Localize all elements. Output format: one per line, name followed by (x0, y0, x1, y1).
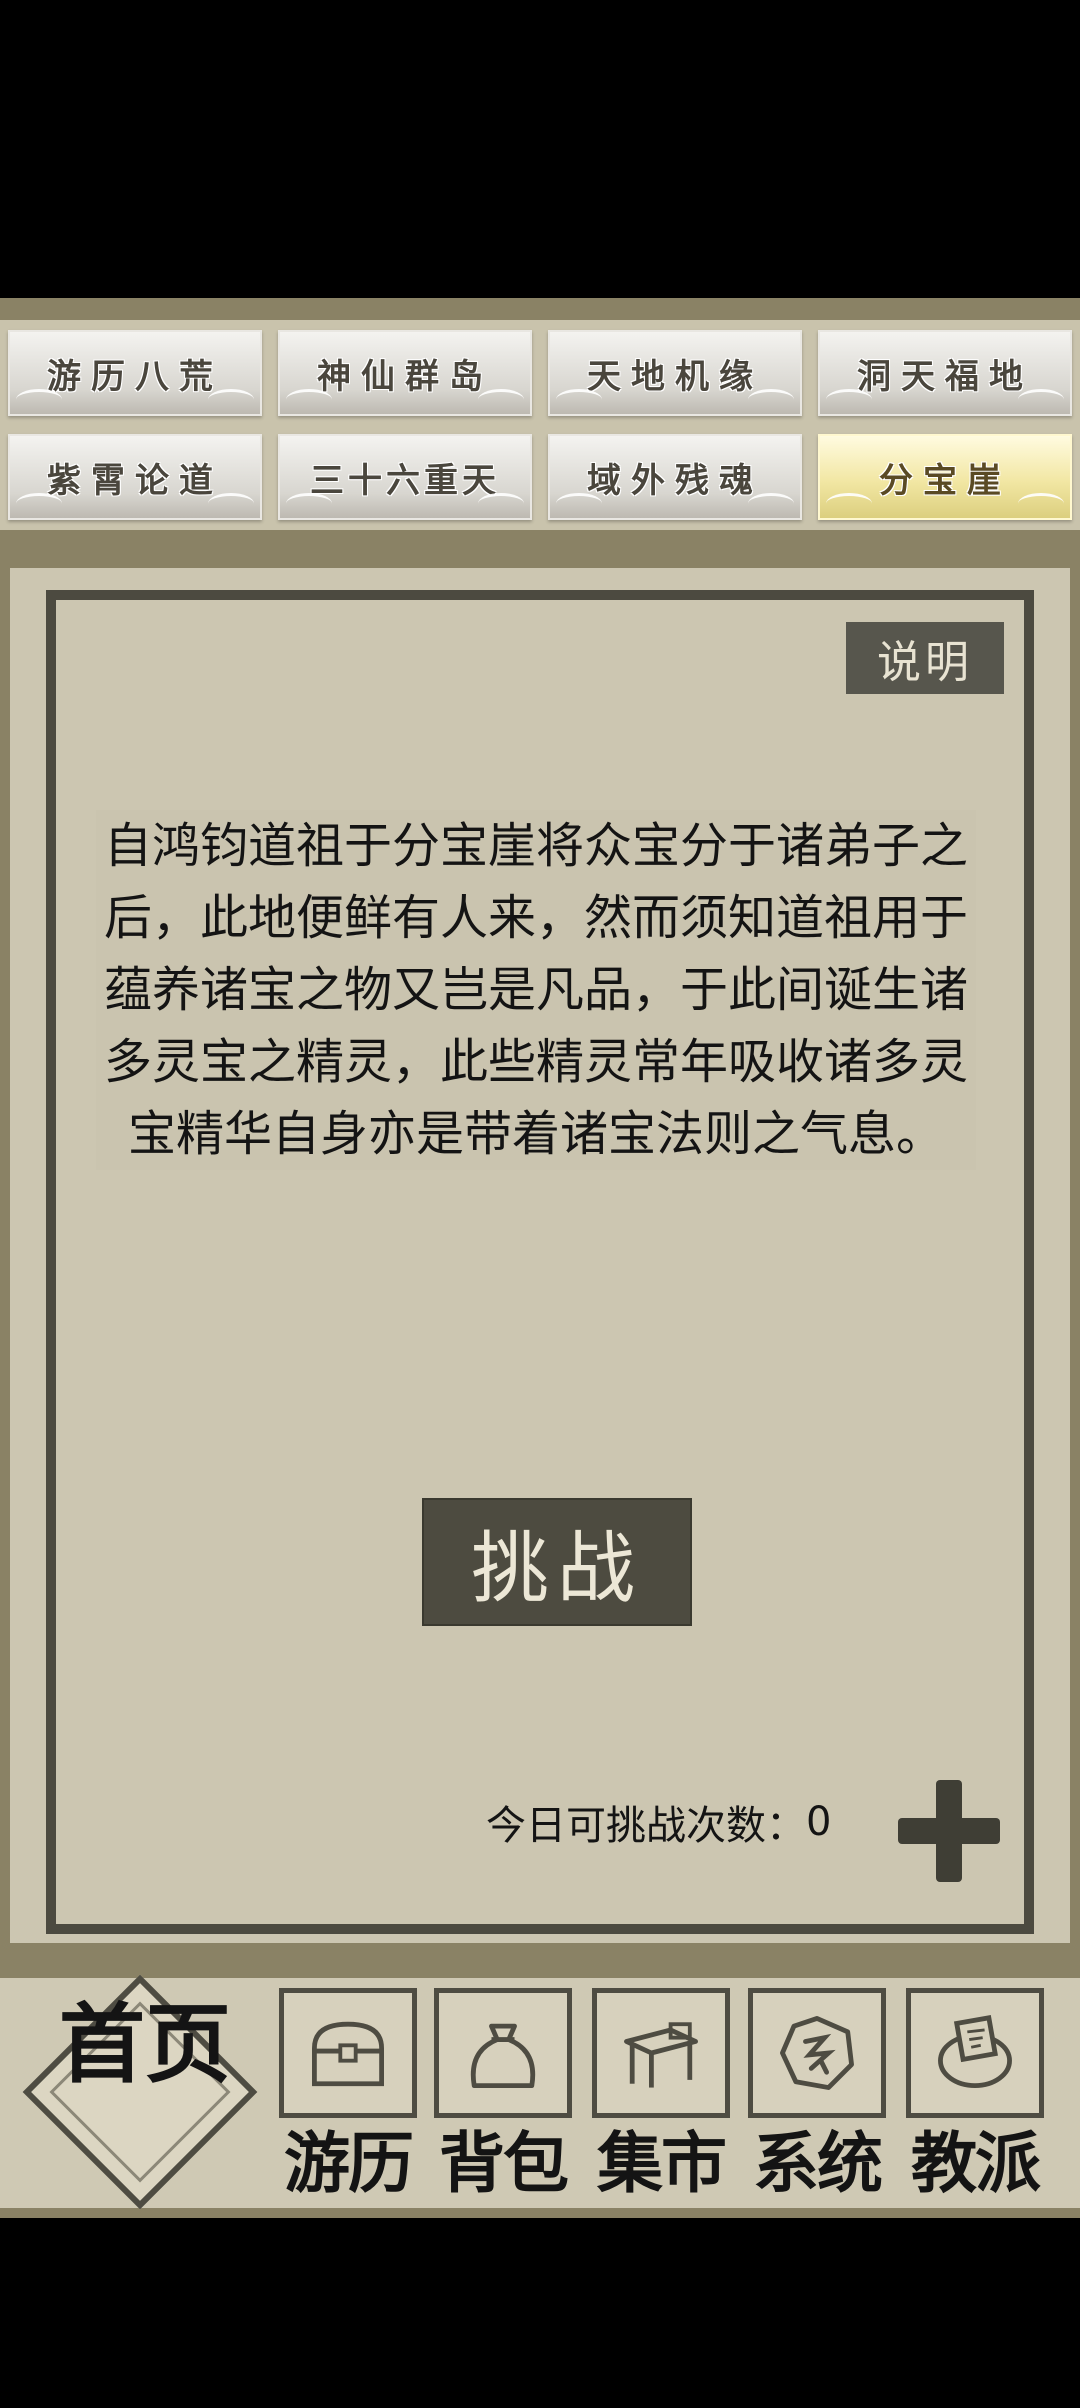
nav-label: 系统 (753, 2125, 883, 2202)
nav-travel[interactable]: 游历 (273, 1988, 423, 2208)
content-panel: 说明 自鸿钧道祖于分宝崖将众宝分于诸弟子之后，此地便鲜有人来，然而须知道祖用于蕴… (10, 568, 1070, 1943)
tab-dongtian-fudi[interactable]: 洞天福地 (818, 330, 1072, 416)
tab-label: 域外残魂 (587, 460, 763, 501)
tab-label: 紫霄论道 (47, 460, 223, 501)
home-button[interactable]: 首页 (22, 1974, 260, 2212)
challenge-count-row: 今日可挑战次数： 0 (486, 1786, 831, 1858)
challenge-button[interactable]: 挑战 (422, 1498, 692, 1626)
explain-button[interactable]: 说明 (846, 622, 1004, 694)
cloud-deco-icon (826, 389, 872, 410)
cloud-deco-icon (16, 389, 62, 410)
tab-label: 三十六重天 (310, 460, 500, 501)
cloud-deco-icon (478, 389, 524, 410)
location-description: 自鸿钧道祖于分宝崖将众宝分于诸弟子之后，此地便鲜有人来，然而须知道祖用于蕴养诸宝… (96, 810, 976, 1170)
challenge-count-label: 今日可挑战次数： (486, 1803, 806, 1849)
cloud-deco-icon (826, 493, 872, 514)
bag-icon (434, 1988, 572, 2118)
tab-yuwai-canhun[interactable]: 域外残魂 (548, 434, 802, 520)
challenge-count-value: 0 (806, 1799, 832, 1845)
nav-label: 集市 (597, 2125, 727, 2202)
cloud-deco-icon (556, 389, 602, 410)
stall-icon (592, 1988, 730, 2118)
tab-shenxian-qundao[interactable]: 神仙群岛 (278, 330, 532, 416)
tab-label: 洞天福地 (857, 356, 1033, 397)
app-root: 游历八荒 神仙群岛 天地机缘 洞天福地 紫霄论道 三十六重天 域外残魂 分宝崖 (0, 298, 1080, 2218)
cloud-deco-icon (748, 493, 794, 514)
nav-label: 教派 (911, 2125, 1041, 2202)
nav-system[interactable]: 系统 (742, 1988, 892, 2208)
add-attempts-plus-icon[interactable] (898, 1780, 1000, 1882)
cloud-deco-icon (556, 493, 602, 514)
cloud-deco-icon (208, 493, 254, 514)
tab-label: 游历八荒 (47, 356, 223, 397)
cloud-deco-icon (1018, 389, 1064, 410)
tab-sanshiliu-chongtian[interactable]: 三十六重天 (278, 434, 532, 520)
nav-sect[interactable]: 教派 (900, 1988, 1050, 2208)
cloud-deco-icon (16, 493, 62, 514)
cloud-deco-icon (478, 493, 524, 514)
system-icon (748, 1988, 886, 2118)
cloud-deco-icon (286, 493, 332, 514)
nav-label: 背包 (439, 2125, 569, 2202)
sect-icon (906, 1988, 1044, 2118)
tab-tiandi-jiyuan[interactable]: 天地机缘 (548, 330, 802, 416)
nav-market[interactable]: 集市 (586, 1988, 736, 2208)
tab-bar: 游历八荒 神仙群岛 天地机缘 洞天福地 紫霄论道 三十六重天 域外残魂 分宝崖 (0, 320, 1080, 530)
tab-youli-bahuang[interactable]: 游历八荒 (8, 330, 262, 416)
cloud-deco-icon (748, 389, 794, 410)
tab-label: 天地机缘 (587, 356, 763, 397)
content-frame: 说明 自鸿钧道祖于分宝崖将众宝分于诸弟子之后，此地便鲜有人来，然而须知道祖用于蕴… (46, 590, 1034, 1934)
cloud-deco-icon (286, 389, 332, 410)
chest-icon (279, 1988, 417, 2118)
tab-zixiao-lundao[interactable]: 紫霄论道 (8, 434, 262, 520)
home-label: 首页 (59, 1994, 231, 2095)
cloud-deco-icon (1018, 493, 1064, 514)
tab-label: 神仙群岛 (317, 356, 493, 397)
nav-backpack[interactable]: 背包 (428, 1988, 578, 2208)
bottom-nav: 首页 游历 背包 集市 系统 教派 (0, 1974, 1080, 2210)
nav-label: 游历 (284, 2125, 414, 2202)
tab-fenbao-ya[interactable]: 分宝崖 (818, 434, 1072, 520)
cloud-deco-icon (208, 389, 254, 410)
tab-label: 分宝崖 (879, 460, 1011, 501)
